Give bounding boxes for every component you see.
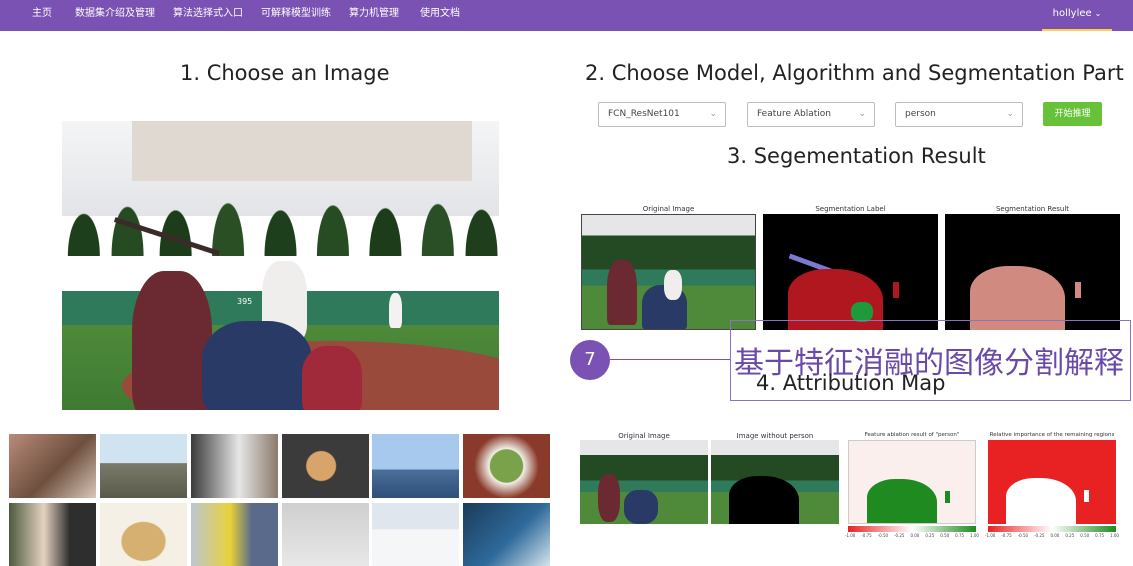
thumbnail-bus-street[interactable] bbox=[191, 503, 278, 566]
nav-item-home[interactable]: 主页 bbox=[32, 0, 52, 31]
start-inference-button[interactable]: 开始推理 bbox=[1043, 102, 1102, 126]
batter-figure bbox=[607, 260, 637, 325]
colorbar-tick-label: 0.50 bbox=[1080, 533, 1090, 538]
seg-caption-original: Original Image bbox=[642, 205, 695, 213]
fielder-attribution-region bbox=[945, 491, 950, 503]
nav-item-algorithms[interactable]: 算法选择式入口 bbox=[173, 0, 243, 31]
thumbnail-surfer[interactable] bbox=[463, 503, 550, 566]
attr-original-image bbox=[580, 440, 708, 524]
catcher-figure bbox=[302, 346, 362, 410]
seg-caption-label: Segmentation Label bbox=[815, 205, 886, 213]
attr-without-person-image bbox=[711, 440, 839, 524]
colorbar-tick-label: 0.00 bbox=[910, 533, 920, 538]
colorbar-tick-label: -0.75 bbox=[861, 533, 872, 538]
user-name: hollylee bbox=[1052, 8, 1092, 19]
fielder-region bbox=[893, 282, 899, 298]
colorbar-tick-label: -0.25 bbox=[894, 533, 905, 538]
attr-ablation-map bbox=[848, 440, 976, 524]
segmentation-result-heading: 3. Segementation Result bbox=[727, 144, 986, 168]
attr-importance-map bbox=[988, 440, 1116, 524]
batter-figure bbox=[598, 474, 620, 522]
thumbnail-family-dog[interactable] bbox=[9, 434, 96, 498]
attr-caption-without-person: Image without person bbox=[736, 432, 814, 440]
nav-item-compute[interactable]: 算力机管理 bbox=[349, 0, 399, 31]
thumbnail-snow[interactable] bbox=[372, 503, 459, 566]
person-importance-region bbox=[1006, 478, 1076, 524]
model-select-value: FCN_ResNet101 bbox=[608, 109, 680, 119]
seg-result-image bbox=[945, 214, 1120, 330]
nav-item-datasets[interactable]: 数据集介绍及管理 bbox=[75, 0, 155, 31]
thumbnail-foggy[interactable] bbox=[282, 503, 369, 566]
glove-region bbox=[851, 302, 873, 322]
colorbar-tick-label: 0.25 bbox=[1065, 533, 1075, 538]
importance-colorbar bbox=[988, 526, 1116, 532]
colorbar-tick-label: -0.50 bbox=[1017, 533, 1029, 538]
chevron-down-icon: ⌄ bbox=[858, 109, 866, 119]
thumbnail-bread[interactable] bbox=[100, 503, 187, 566]
ablation-colorbar bbox=[848, 526, 976, 532]
thumbnail-cat-suitcase[interactable] bbox=[282, 434, 369, 498]
thumbnail-railway[interactable] bbox=[100, 434, 187, 498]
colorbar-tick-label: 0.75 bbox=[955, 533, 965, 538]
batter-figure bbox=[132, 271, 212, 410]
colorbar-tick-label: 0.00 bbox=[1050, 533, 1060, 538]
thumbnail-man-desk[interactable] bbox=[191, 434, 278, 498]
thumbnail-salad[interactable] bbox=[463, 434, 550, 498]
attr-caption-importance: Relative importance of the remaining reg… bbox=[989, 432, 1115, 438]
attr-caption-original: Original Image bbox=[618, 432, 670, 440]
colorbar-tick-label: 0.50 bbox=[940, 533, 950, 538]
callout-connector bbox=[610, 359, 730, 360]
fielder-figure bbox=[389, 293, 402, 328]
colorbar-tick-label: 1.00 bbox=[1110, 533, 1119, 538]
nav-item-docs[interactable]: 使用文档 bbox=[420, 0, 460, 31]
segmentation-part-select-value: person bbox=[905, 109, 936, 119]
colorbar-tick-label: -1.00 bbox=[985, 533, 996, 538]
seg-label-image bbox=[763, 214, 938, 330]
segmentation-part-select[interactable]: person ⌄ bbox=[895, 102, 1023, 127]
umpire-figure bbox=[624, 490, 658, 524]
umpire-figure bbox=[202, 321, 312, 410]
fielder-mask bbox=[1075, 282, 1081, 298]
fielder-importance-region bbox=[1084, 490, 1089, 502]
attribution-map-heading: 4. Attribution Map bbox=[756, 371, 946, 395]
thumbnail-harbor[interactable] bbox=[372, 434, 459, 498]
colorbar-tick-label: 1.00 bbox=[970, 533, 979, 538]
user-menu[interactable]: hollylee ⌄ bbox=[1042, 0, 1112, 31]
colorbar-tick-label: 0.75 bbox=[1095, 533, 1105, 538]
algorithm-select[interactable]: Feature Ablation ⌄ bbox=[747, 102, 875, 127]
algorithm-select-value: Feature Ablation bbox=[757, 109, 831, 119]
jersey-number: 395 bbox=[237, 297, 253, 306]
importance-colorbar-ticks: -1.00 -0.75 -0.50 -0.25 0.00 0.25 0.50 0.75 1.00 bbox=[985, 533, 1119, 538]
nav-item-training[interactable]: 可解释模型训练 bbox=[261, 0, 331, 31]
colorbar-tick-label: -0.50 bbox=[877, 533, 889, 538]
colorbar-tick-label: -0.75 bbox=[1001, 533, 1012, 538]
seg-caption-result: Segmentation Result bbox=[995, 205, 1070, 213]
attr-caption-ablation: Feature ablation result of "person" bbox=[864, 432, 960, 438]
colorbar-tick-label: -0.25 bbox=[1034, 533, 1045, 538]
choose-image-heading: 1. Choose an Image bbox=[180, 61, 390, 85]
chevron-down-icon: ⌄ bbox=[1094, 9, 1102, 18]
model-select[interactable]: FCN_ResNet101 ⌄ bbox=[598, 102, 726, 127]
thumbnail-group-photo[interactable] bbox=[9, 503, 96, 566]
step-badge: 7 bbox=[570, 340, 610, 380]
colorbar-tick-label: 0.25 bbox=[925, 533, 935, 538]
tree-line bbox=[62, 141, 499, 256]
chevron-down-icon: ⌄ bbox=[709, 109, 717, 119]
pitcher-figure bbox=[664, 270, 682, 300]
ablation-colorbar-ticks: -1.00 -0.75 -0.50 -0.25 0.00 0.25 0.50 0.75 1.00 bbox=[845, 533, 979, 538]
person-removed-mask bbox=[729, 476, 799, 524]
seg-original-image bbox=[581, 214, 756, 330]
chevron-down-icon: ⌄ bbox=[1006, 109, 1014, 119]
selected-image: 395 bbox=[62, 121, 499, 410]
top-nav-bar: 主页 数据集介绍及管理 算法选择式入口 可解释模型训练 算力机管理 使用文档 h… bbox=[0, 0, 1133, 31]
colorbar-tick-label: -1.00 bbox=[845, 533, 856, 538]
person-attribution-region bbox=[867, 479, 937, 523]
choose-model-heading: 2. Choose Model, Algorithm and Segmentat… bbox=[585, 61, 1124, 85]
